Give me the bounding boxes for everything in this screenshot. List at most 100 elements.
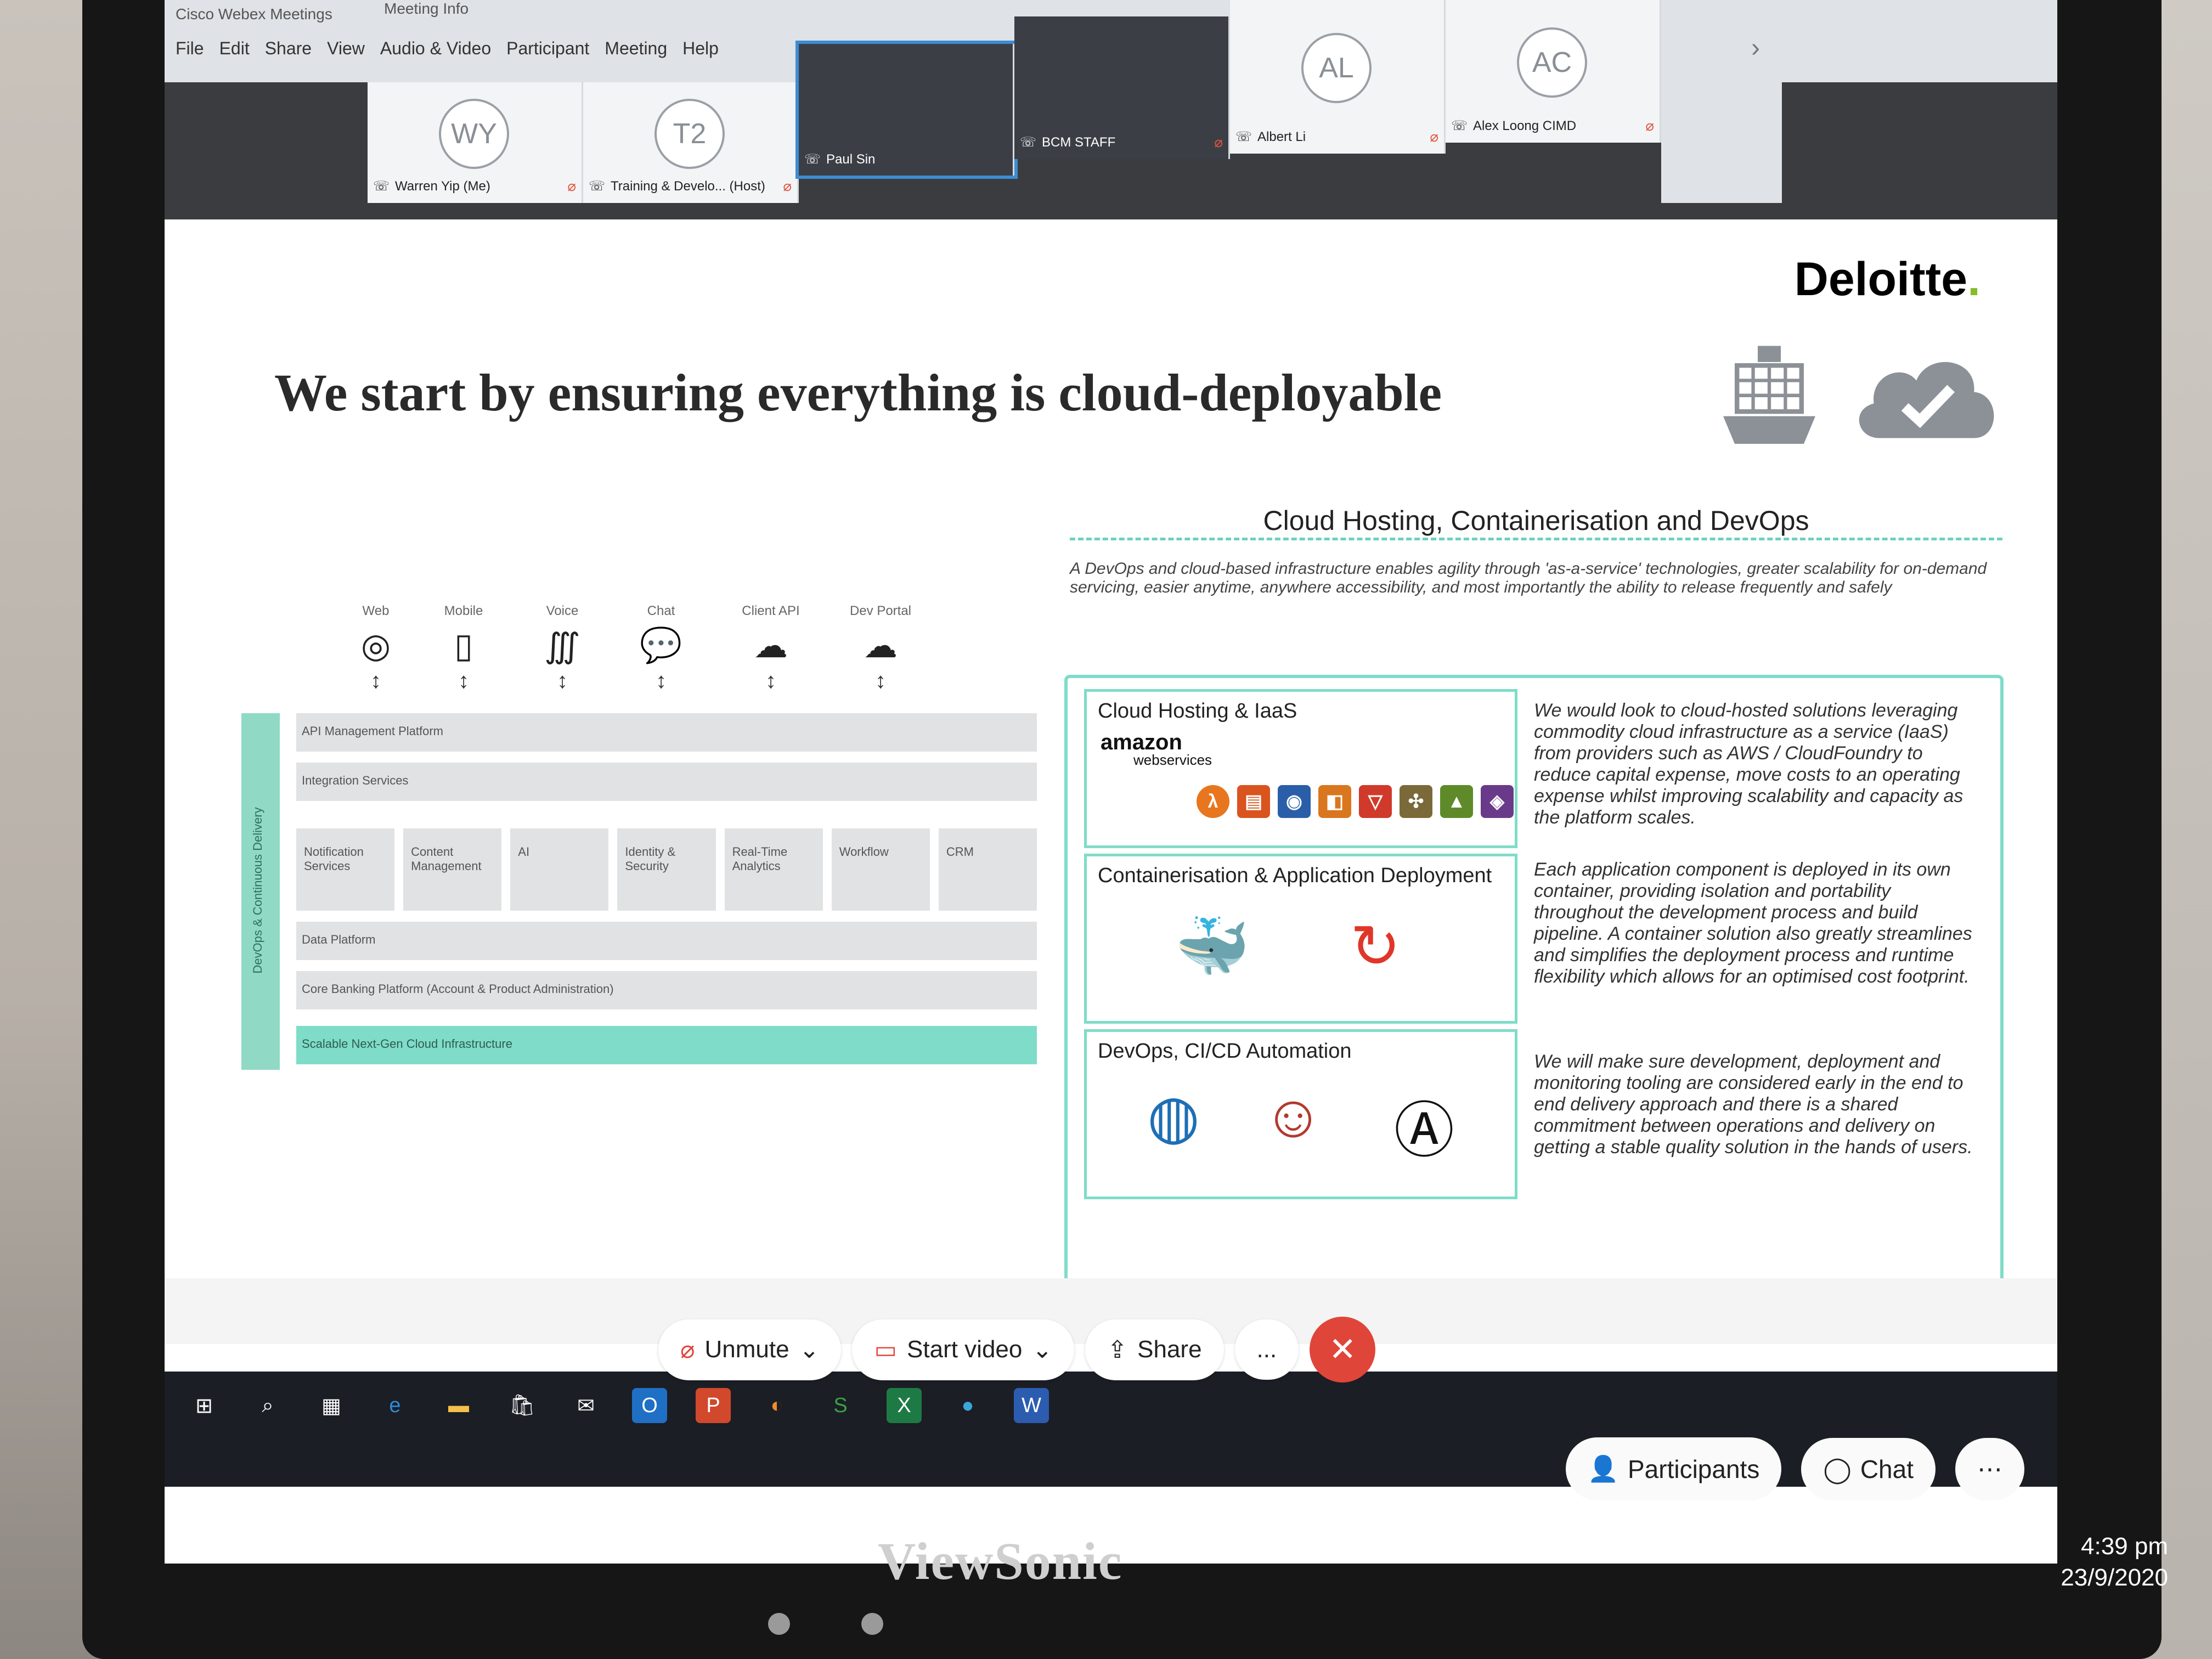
section-intro: A DevOps and cloud-based infrastructure …: [1070, 560, 1987, 596]
participant-name: BCM STAFF: [1042, 134, 1116, 150]
docker-whale-icon: 🐳: [1175, 913, 1250, 980]
aws-logo-text: amazon: [1101, 730, 1182, 754]
chevron-down-icon[interactable]: ⌄: [1032, 1336, 1052, 1364]
section-divider: [1070, 538, 2002, 540]
muted-mic-icon: ⌀: [680, 1336, 695, 1363]
search-icon[interactable]: ⌕: [250, 1388, 285, 1423]
participant-label: ☏ Training & Develo... (Host) ⌀: [589, 178, 792, 195]
more-options-button[interactable]: ...: [1234, 1319, 1299, 1380]
channel-label: Mobile: [444, 603, 483, 618]
channel-label: Client API: [742, 603, 800, 618]
container-ship-icon: [1723, 346, 1815, 444]
word-icon[interactable]: W: [1014, 1388, 1049, 1423]
store-icon[interactable]: 🛍: [505, 1388, 540, 1423]
task-view-icon[interactable]: ▦: [314, 1388, 349, 1423]
sound-wave-icon: ∭: [544, 627, 580, 665]
bitbucket-icon: ◍: [1147, 1083, 1200, 1150]
channel-label: Voice: [546, 603, 579, 618]
participant-label: ☏ Paul Sin: [804, 151, 1007, 167]
ansible-icon: Ⓐ: [1394, 1097, 1454, 1165]
muted-mic-icon: ⌀: [1430, 128, 1438, 145]
share-label: Share: [1137, 1336, 1202, 1363]
participant-name: Paul Sin: [826, 151, 876, 167]
webex-icon[interactable]: ●: [950, 1388, 985, 1423]
participant-tile[interactable]: AC ☏ Alex Loong CIMD ⌀: [1446, 0, 1661, 143]
edge-browser-icon[interactable]: e: [377, 1388, 413, 1423]
ec2-icon: ▤: [1237, 785, 1270, 818]
phone-icon: ☏: [1235, 129, 1252, 144]
chevron-down-icon[interactable]: ⌄: [799, 1336, 820, 1364]
menu-view[interactable]: View: [327, 38, 365, 59]
slide-headline: We start by ensuring everything is cloud…: [274, 363, 1442, 422]
aws-logo-subtext: webservices: [1133, 752, 1212, 768]
box-containerisation: Containerisation & Application Deploymen…: [1084, 854, 1517, 1024]
outlook-icon[interactable]: O: [632, 1388, 667, 1423]
layer-integration-services: Integration Services: [296, 763, 1037, 801]
participant-strip-background: WY ☏ Warren Yip (Me) ⌀ T2 ☏ Training & D…: [165, 0, 2057, 219]
component-ai: AI: [510, 828, 609, 911]
avatar: AC: [1517, 27, 1587, 98]
windows-start-icon[interactable]: ⊞: [187, 1388, 222, 1423]
excel-icon[interactable]: X: [887, 1388, 922, 1423]
close-icon: ✕: [1329, 1331, 1357, 1368]
channel-mobile: Mobile ▯ ↕: [428, 603, 499, 693]
mobile-phone-icon: ▯: [454, 627, 473, 665]
menu-share[interactable]: Share: [265, 38, 312, 59]
taskbar-icons: ⊞ ⌕ ▦ e ▬ 🛍 ✉ O P ◐ S X ● W: [187, 1388, 1049, 1423]
section-title: Cloud Hosting, Containerisation and DevO…: [1263, 505, 1809, 536]
avatar: WY: [439, 99, 509, 169]
avatar: AL: [1301, 33, 1372, 103]
chevron-right-icon[interactable]: ›: [1751, 33, 1760, 63]
app-icon[interactable]: ◐: [759, 1388, 794, 1423]
end-call-button[interactable]: ✕: [1310, 1317, 1376, 1383]
participant-tile[interactable]: T2 ☏ Training & Develo... (Host) ⌀: [583, 82, 799, 203]
phone-icon: ☏: [1451, 119, 1468, 133]
chat-button[interactable]: ◯ Chat: [1801, 1437, 1936, 1500]
component-workflow: Workflow: [831, 828, 930, 911]
screen: Cisco Webex Meetings Meeting Info File E…: [165, 0, 2057, 1564]
layer-cloud-infrastructure: Scalable Next-Gen Cloud Infrastructure: [296, 1026, 1037, 1064]
menu-file[interactable]: File: [176, 38, 204, 59]
phone-icon: ☏: [373, 179, 390, 194]
cloud-network-icon: ☁: [754, 627, 788, 665]
file-explorer-icon[interactable]: ▬: [441, 1388, 476, 1423]
monitor-button[interactable]: [768, 1613, 790, 1635]
box-title: DevOps, CI/CD Automation: [1098, 1040, 1352, 1063]
video-off-icon: ▭: [874, 1336, 898, 1363]
participant-video-tile[interactable]: ☏ Paul Sin: [795, 41, 1018, 179]
double-arrow-icon: ↕: [875, 669, 886, 693]
share-button[interactable]: ⇪ Share: [1085, 1319, 1224, 1380]
component-content-management: Content Management: [403, 828, 502, 911]
cube-icon: ◈: [1481, 785, 1514, 818]
more-panel-button[interactable]: ⋯: [1955, 1437, 2024, 1500]
channel-icons: Web ◎ ↕ Mobile ▯ ↕ Voice ∭ ↕ Chat 💬 ↕ Cl…: [340, 603, 1108, 730]
participant-name: Albert Li: [1257, 129, 1306, 144]
channel-label: Chat: [647, 603, 675, 618]
box-title: Containerisation & Application Deploymen…: [1098, 864, 1492, 887]
component-row: Notification Services Content Management…: [296, 828, 1037, 911]
channel-chat: Chat 💬 ↕: [625, 603, 697, 693]
phone-icon: ☏: [589, 179, 606, 194]
menu-edit[interactable]: Edit: [219, 38, 250, 59]
participant-thumbnails: WY ☏ Warren Yip (Me) ⌀ T2 ☏ Training & D…: [368, 0, 1782, 203]
monitor-brand-logo: ViewSonic: [878, 1532, 1123, 1590]
unmute-label: Unmute: [704, 1336, 789, 1363]
participant-video-tile[interactable]: ☏ BCM STAFF ⌀: [1014, 16, 1230, 159]
mail-icon[interactable]: ✉: [568, 1388, 603, 1423]
participant-tile[interactable]: AL ☏ Albert Li ⌀: [1230, 0, 1446, 154]
devops-side-bar: DevOps & Continuous Delivery: [241, 713, 280, 1070]
bucket-icon: ▽: [1359, 785, 1392, 818]
monitor-button[interactable]: [861, 1613, 883, 1635]
double-arrow-icon: ↕: [458, 669, 469, 693]
aws-logo: amazon webservices: [1101, 730, 1212, 769]
app-icon[interactable]: S: [823, 1388, 858, 1423]
wifi-icon: ◎: [360, 627, 391, 665]
unmute-button[interactable]: ⌀ Unmute ⌄: [658, 1319, 842, 1380]
double-arrow-icon: ↕: [557, 669, 568, 693]
layer-data-platform: Data Platform: [296, 922, 1037, 960]
chat-bubble-icon: 💬: [640, 627, 682, 664]
participant-tile[interactable]: WY ☏ Warren Yip (Me) ⌀: [368, 82, 583, 203]
start-video-button[interactable]: ▭ Start video ⌄: [852, 1319, 1075, 1380]
powerpoint-icon[interactable]: P: [696, 1388, 731, 1423]
participants-button[interactable]: 👤 Participants: [1565, 1437, 1782, 1500]
